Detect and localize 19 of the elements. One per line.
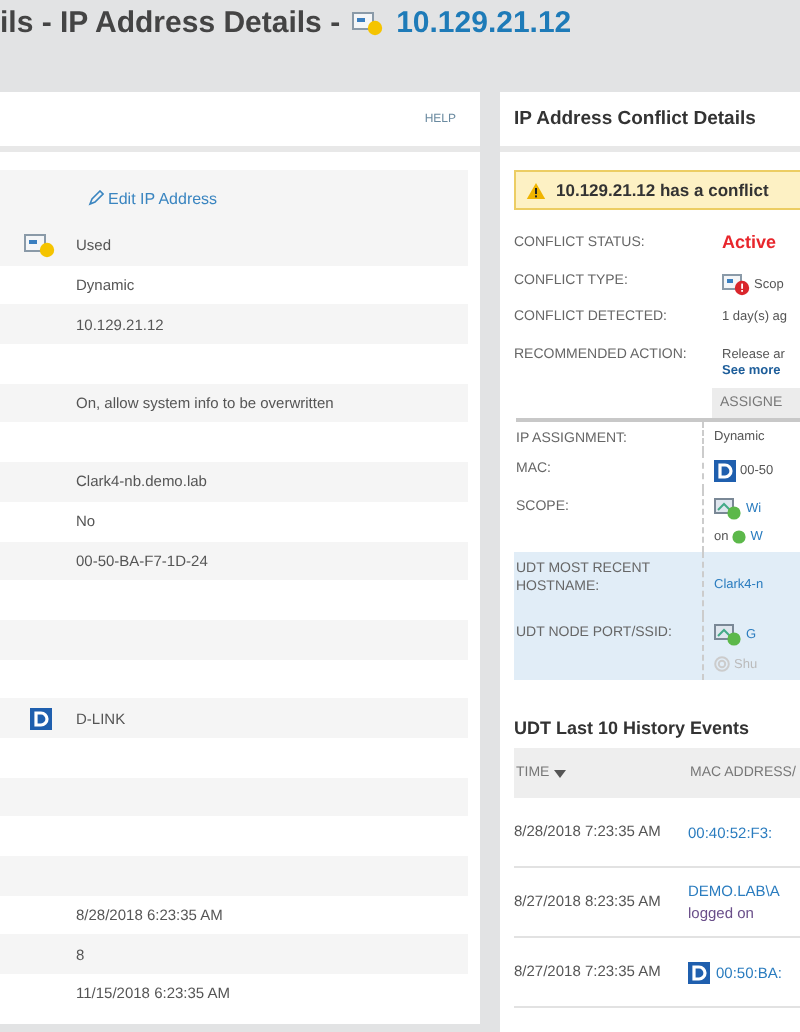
status-value: Active — [722, 232, 777, 252]
vendor-logo-icon — [688, 961, 710, 983]
ip-conflict-icon — [722, 273, 750, 295]
vendor-logo-icon — [29, 707, 51, 730]
vendor-logo-icon — [714, 460, 736, 482]
ip-status-icon — [352, 11, 385, 35]
disabled-circle-icon — [714, 656, 730, 672]
section-title: UDT Last 10 History Events — [514, 718, 752, 738]
warning-icon — [526, 181, 546, 199]
node-status-icon — [714, 498, 742, 520]
edit-ip-address-link[interactable]: Edit IP Address — [88, 189, 218, 207]
node-status-icon — [714, 624, 742, 646]
ip-status-icon — [24, 233, 56, 258]
status-dot-icon — [732, 530, 747, 544]
ip-address-link[interactable]: 10.129.21.12 — [396, 6, 572, 40]
panel-title: IP Address Conflict Details — [514, 108, 756, 130]
alert-text: 10.129.21.12 has a conflict — [556, 180, 769, 200]
page-title: ils - IP Address Details - — [0, 6, 341, 40]
pencil-icon — [88, 190, 104, 206]
